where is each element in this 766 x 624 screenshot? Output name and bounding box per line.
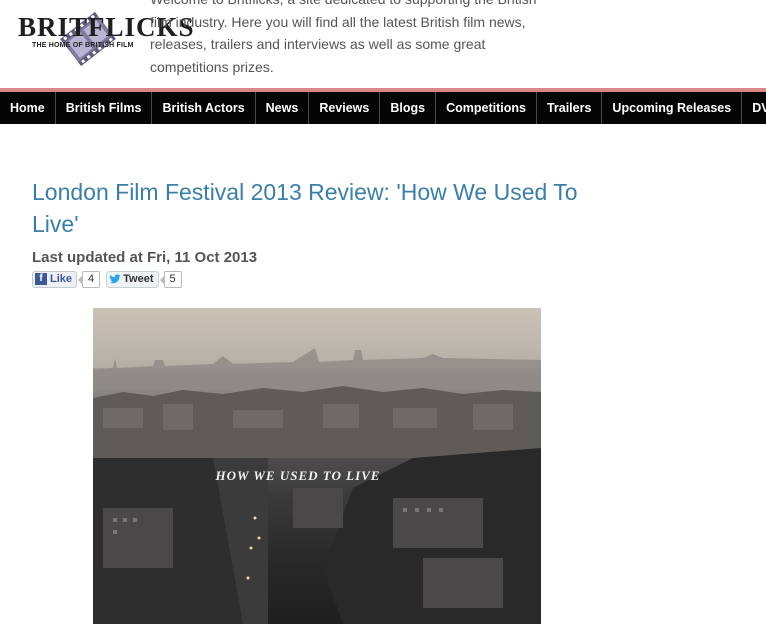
site-header: BRITFLICKS THE HOME OF BRITISH FILM Welc… xyxy=(0,0,766,90)
nav-item-reviews[interactable]: Reviews xyxy=(309,92,381,124)
tweet-count: 5 xyxy=(159,270,182,288)
article-title: London Film Festival 2013 Review: 'How W… xyxy=(32,179,578,237)
welcome-line: film industry. Here you will find all th… xyxy=(150,13,526,30)
tweet-label: Tweet xyxy=(123,273,154,285)
poster-title: HOW WE USED TO LIVE xyxy=(215,468,381,483)
nav-item-dvds[interactable]: DVDs xyxy=(742,92,766,124)
nav-item-news[interactable]: News xyxy=(256,92,310,124)
city-skyline-illustration xyxy=(93,308,541,624)
like-count: 4 xyxy=(77,270,101,288)
nav-item-trailers[interactable]: Trailers xyxy=(537,92,603,124)
welcome-text: Welcome to Britflicks, a site dedicated … xyxy=(150,0,560,78)
nav-item-british-films[interactable]: British Films xyxy=(56,92,153,124)
article-poster-image: HOW WE USED TO LIVE xyxy=(93,308,541,624)
welcome-line: Welcome to Britflicks, a site dedicated … xyxy=(150,0,560,11)
nav-item-home[interactable]: Home xyxy=(0,92,56,124)
main-nav: Home British Films British Actors News R… xyxy=(0,92,766,124)
nav-item-upcoming-releases[interactable]: Upcoming Releases xyxy=(602,92,743,124)
last-updated: Last updated at Fri, 11 Oct 2013 xyxy=(32,249,258,266)
like-label: Like xyxy=(50,273,73,285)
nav-item-blogs[interactable]: Blogs xyxy=(380,92,437,124)
welcome-line: releases, trailers and interviews as wel… xyxy=(150,36,486,52)
facebook-icon: f xyxy=(35,273,47,285)
welcome-line: competitions prizes. xyxy=(150,58,274,75)
britflicks-logo[interactable]: BRITFLICKS THE HOME OF BRITISH FILM xyxy=(16,0,194,72)
social-buttons: f Like 4 Tweet 5 xyxy=(32,270,182,288)
tweet-button[interactable]: Tweet xyxy=(106,270,159,288)
nav-item-british-actors[interactable]: British Actors xyxy=(152,92,256,124)
nav-item-competitions[interactable]: Competitions xyxy=(436,92,537,124)
facebook-like-button[interactable]: f Like xyxy=(32,270,78,288)
logo-tagline: THE HOME OF BRITISH FILM xyxy=(32,42,134,49)
twitter-bird-icon xyxy=(109,274,121,284)
